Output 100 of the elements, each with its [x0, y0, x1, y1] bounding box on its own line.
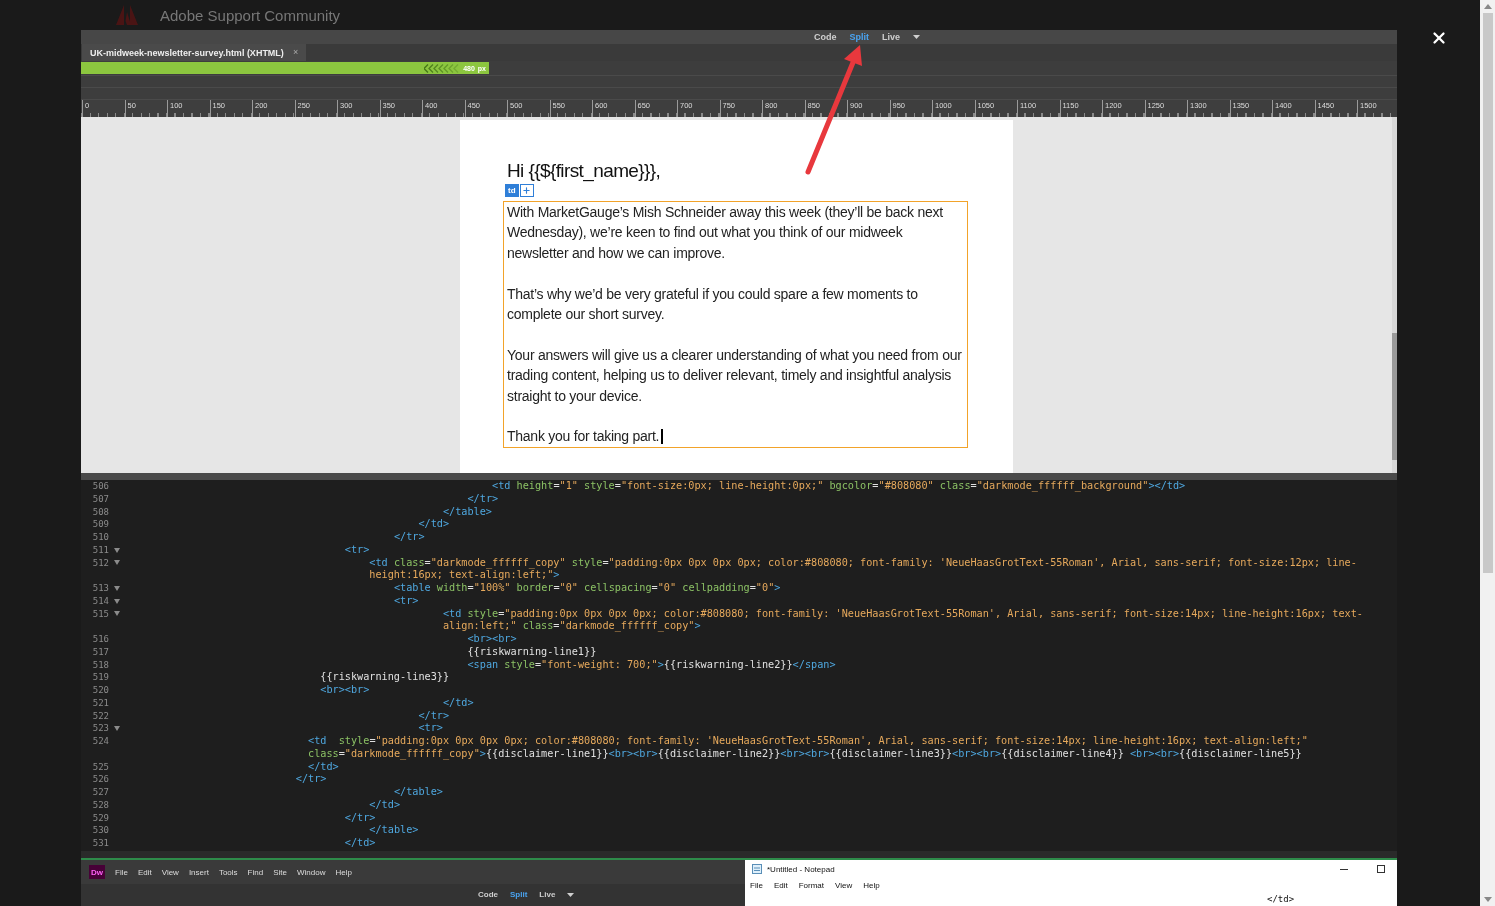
- code-line: align:left;" class="darkmode_ffffff_copy">: [441, 620, 701, 633]
- fold-arrow-icon[interactable]: [114, 726, 120, 732]
- paragraph: That’s why we’d be very grateful if you could spare a few moments to complete our short survey.: [507, 284, 919, 324]
- scroll-down-icon[interactable]: [1483, 897, 1492, 902]
- code-line: height:16px; text-align:left;">: [368, 569, 560, 582]
- menu-item[interactable]: Help: [335, 867, 352, 877]
- line-number: 527: [91, 786, 109, 799]
- code-line: </tr>: [417, 709, 450, 723]
- scroll-up-icon[interactable]: [1483, 4, 1492, 9]
- menu-item[interactable]: Site: [273, 867, 287, 877]
- add-button[interactable]: [519, 184, 534, 197]
- logo-icon: [116, 5, 138, 25]
- fold-arrow-icon[interactable]: [114, 560, 120, 566]
- line-number: 522: [91, 709, 109, 723]
- fold-arrow-icon[interactable]: [114, 611, 120, 617]
- line-number: 509: [91, 518, 109, 531]
- code-line: </table>: [441, 505, 492, 519]
- scrollbar[interactable]: [1392, 117, 1397, 473]
- code-line: </td>: [343, 837, 376, 850]
- menu-item[interactable]: File: [750, 881, 763, 890]
- line-number: 506: [91, 480, 109, 493]
- menu-item[interactable]: View: [835, 881, 853, 890]
- view-tab[interactable]: Split: [510, 891, 528, 899]
- page-scrollbar[interactable]: [1480, 0, 1495, 906]
- app-icon: Dw: [89, 865, 105, 879]
- code-line: <br><br>: [466, 633, 517, 646]
- line-number: 513: [91, 582, 109, 595]
- line-number: 508: [91, 505, 109, 519]
- line-number: 511: [91, 543, 109, 557]
- view-tab[interactable]: Live: [882, 32, 900, 42]
- menu-item[interactable]: Help: [863, 881, 880, 890]
- code-line: </td>: [417, 518, 450, 531]
- line-number: 520: [91, 684, 109, 697]
- document-tab-label: UK-midweek-newsletter-survey.html (XHTML): [90, 47, 284, 58]
- view-tab[interactable]: Live: [539, 891, 556, 899]
- code-line: <br><br>: [319, 684, 370, 697]
- menu-item[interactable]: Format: [798, 881, 825, 890]
- code-line: <tr>: [417, 722, 443, 735]
- plus-icon: [522, 186, 532, 195]
- paragraph: With MarketGauge’s Mish Schneider away this week (they’ll be back next Wednesday), we’re keen to find out what you think of our midweek newsletter and how we can improve.: [507, 203, 944, 263]
- line-number: 529: [91, 811, 109, 825]
- line-number: 531: [91, 837, 109, 850]
- line-number: 507: [91, 492, 109, 506]
- code-line: </table>: [392, 786, 443, 799]
- line-number: 524: [91, 735, 109, 748]
- fold-arrow-icon[interactable]: [114, 585, 120, 591]
- fold-arrow-icon[interactable]: [114, 598, 120, 604]
- menu-item[interactable]: Window: [296, 867, 326, 877]
- line-number: 516: [91, 633, 109, 646]
- notepad-icon: [752, 864, 762, 874]
- code-line: </td>: [307, 760, 339, 774]
- line-number: 528: [91, 798, 109, 812]
- fold-arrow-icon[interactable]: [114, 547, 120, 553]
- code-line: </td>: [441, 696, 474, 710]
- line-number: 519: [91, 671, 109, 684]
- line-number: 530: [91, 824, 109, 837]
- code-line: <td class="darkmode_ffffff_copy" style="padding:0px 0px 0px 0px; color:#808080; font-family: 'NeueHaasGrotText-55Roman', Arial, sans-serif; font-size:12px; line-: [368, 556, 1357, 570]
- code-line: class="darkmode_ffffff_copy">{{disclaimer-line1}}<br><br>{{disclaimer-line2}}<br><br>{{disclaimer-line3}}<br><br>{{disclaimer-line4}} <br><br>{{disclaimer-line5}}: [307, 747, 1302, 761]
- view-tab[interactable]: Split: [849, 32, 869, 42]
- code-line: </td>: [368, 798, 400, 812]
- line-number: 518: [91, 658, 109, 672]
- chevrons-icon: [424, 63, 461, 73]
- window-title: *Untitled - Notepad: [767, 864, 836, 874]
- menu-item[interactable]: Edit: [773, 881, 788, 890]
- minimize-icon: [1340, 868, 1348, 870]
- view-tab[interactable]: Code: [814, 32, 837, 42]
- line-number: 521: [91, 696, 109, 710]
- menu-item[interactable]: Find: [247, 867, 264, 877]
- line-number: 514: [91, 594, 109, 608]
- code-line: <table width="100%" border="0" cellspacing="0" cellpadding="0">: [392, 582, 781, 595]
- code-line: </table>: [368, 824, 419, 837]
- code-line: </tr>: [343, 811, 376, 825]
- line-number: 512: [91, 556, 109, 570]
- code-line: <td style="padding:0px 0px 0px 0px; color:#808080; font-family: 'NeueHaasGrotText-55Roman', Arial, sans-serif; font-size:14px; line-height:16px; text-align:left;": [307, 735, 1308, 748]
- line-number: 523: [91, 722, 109, 735]
- greeting-heading: Hi {{${first_name}}},: [507, 160, 662, 182]
- line-number: 525: [91, 760, 109, 774]
- tag-badge[interactable]: td: [505, 184, 519, 197]
- menu-item[interactable]: Tools: [218, 867, 238, 877]
- view-tab[interactable]: Code: [478, 891, 498, 899]
- code-line: {{riskwarning-line3}}: [319, 671, 450, 684]
- menu-item[interactable]: File: [115, 867, 128, 877]
- document-tab[interactable]: UK-midweek-newsletter-survey.html (XHTML) ×: [82, 44, 307, 61]
- line-number: 517: [91, 645, 109, 659]
- code-line: </tr>: [294, 773, 327, 786]
- menu-item[interactable]: View: [161, 867, 179, 877]
- line-number: 515: [91, 607, 109, 621]
- tab-close-button[interactable]: ×: [292, 48, 299, 57]
- menu-item[interactable]: Edit: [137, 867, 152, 877]
- maximize-icon: [1377, 865, 1385, 873]
- paragraph: Your answers will give us a clearer understanding of what you need from our trading content, helping us to deliver relevant, timely and insightful analysis straight to your device.: [507, 345, 963, 406]
- paragraph: Thank you for taking part.: [507, 428, 660, 445]
- line-number: 526: [91, 773, 109, 786]
- site-title: Adobe Support Community: [160, 6, 341, 24]
- code-line: <tr>: [392, 594, 419, 608]
- code-line: <span style="font-weight: 700;">{{riskwarning-line2}}</span>: [466, 658, 836, 672]
- menu-item[interactable]: Insert: [188, 867, 209, 877]
- code-line: <tr>: [343, 543, 370, 557]
- notepad-text: </td>: [1267, 894, 1295, 904]
- code-line: {{riskwarning-line1}}: [466, 645, 597, 659]
